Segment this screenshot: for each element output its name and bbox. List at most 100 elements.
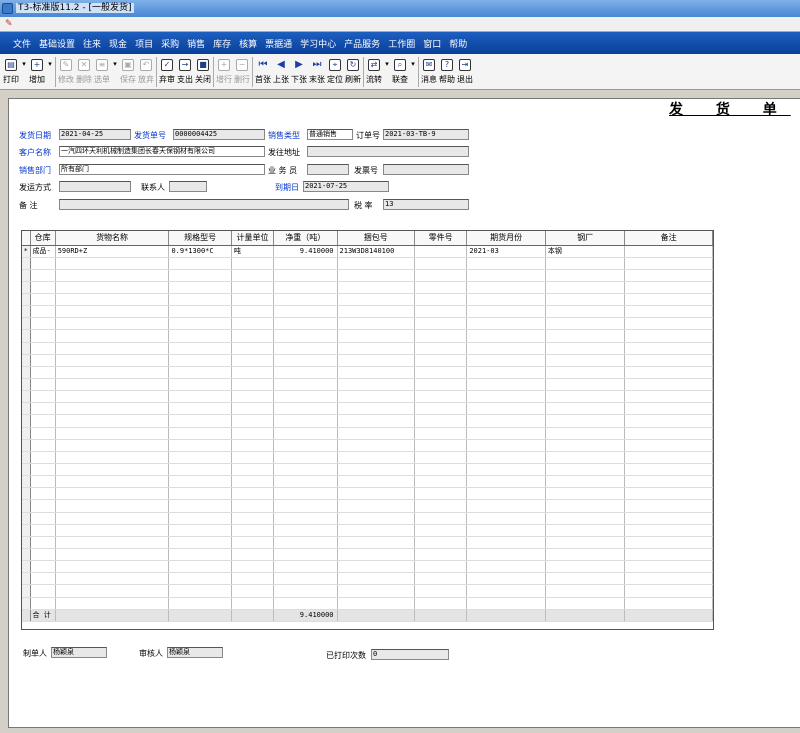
table-cell[interactable] — [168, 439, 232, 452]
table-cell[interactable] — [55, 257, 170, 270]
table-cell[interactable] — [30, 584, 56, 598]
table-cell[interactable] — [231, 524, 275, 537]
table-cell[interactable] — [55, 269, 170, 282]
table-cell[interactable] — [466, 427, 546, 440]
table-cell[interactable] — [466, 572, 546, 586]
table-cell[interactable] — [55, 317, 170, 331]
table-cell[interactable] — [337, 414, 416, 428]
table-cell[interactable] — [168, 584, 232, 598]
table-cell[interactable] — [337, 512, 416, 525]
table-cell[interactable] — [624, 548, 713, 562]
table-cell[interactable] — [30, 366, 56, 380]
table-cell[interactable] — [414, 463, 468, 477]
table-cell[interactable] — [545, 439, 626, 452]
table-cell[interactable] — [30, 269, 56, 282]
table-cell[interactable] — [337, 427, 416, 440]
table-row[interactable] — [22, 584, 713, 598]
table-cell[interactable] — [624, 269, 713, 282]
table-cell[interactable] — [231, 427, 275, 440]
customer-field[interactable]: 一汽四环天利机械制造集团长春天保钢材有限公司 — [59, 146, 265, 157]
table-cell[interactable] — [337, 499, 416, 513]
table-cell[interactable] — [414, 499, 468, 513]
table-cell[interactable] — [55, 402, 170, 416]
table-cell[interactable] — [545, 475, 626, 489]
table-cell[interactable] — [466, 402, 546, 416]
table-cell[interactable] — [273, 584, 338, 598]
table-cell[interactable] — [624, 281, 713, 295]
table-cell[interactable] — [30, 305, 56, 319]
goods-grid[interactable]: 仓库 货物名称 规格型号 计量单位 净重（吨） 捆包号 零件号 期货月份 钢厂 备注 * 成品- 59… — [21, 230, 714, 630]
table-cell[interactable] — [168, 317, 232, 331]
table-cell[interactable] — [30, 560, 56, 574]
table-cell[interactable] — [466, 512, 546, 525]
table-cell[interactable] — [466, 366, 546, 380]
table-cell[interactable] — [545, 342, 626, 355]
table-cell[interactable] — [231, 354, 275, 367]
table-cell[interactable] — [466, 487, 546, 501]
address-field[interactable] — [307, 146, 469, 157]
table-cell[interactable] — [168, 257, 232, 270]
table-cell[interactable] — [466, 378, 546, 392]
table-row[interactable] — [22, 572, 713, 586]
menu-item[interactable]: 采购 — [160, 37, 180, 50]
table-cell[interactable] — [337, 390, 416, 404]
table-row[interactable] — [22, 536, 713, 550]
table-row[interactable] — [22, 342, 713, 355]
table-cell[interactable]: 590RD+Z — [55, 245, 170, 258]
table-cell[interactable] — [273, 560, 338, 574]
table-cell[interactable] — [168, 342, 232, 355]
table-cell[interactable] — [30, 257, 56, 270]
table-cell[interactable] — [414, 269, 468, 282]
table-cell[interactable] — [231, 293, 275, 307]
table-cell[interactable] — [30, 475, 56, 489]
table-cell[interactable] — [545, 281, 626, 295]
table-cell[interactable] — [337, 317, 416, 331]
table-cell[interactable] — [55, 572, 170, 586]
column-header[interactable]: 零件号 — [414, 231, 468, 246]
table-cell[interactable] — [414, 293, 468, 307]
toolbar-button[interactable]: ■ 关闭 — [194, 57, 212, 89]
column-header[interactable]: 规格型号 — [168, 231, 232, 246]
table-cell[interactable] — [30, 427, 56, 440]
table-cell[interactable] — [30, 524, 56, 537]
table-row[interactable] — [22, 524, 713, 537]
table-cell[interactable] — [273, 329, 338, 343]
table-cell[interactable] — [545, 305, 626, 319]
table-cell[interactable] — [30, 342, 56, 355]
table-cell[interactable] — [55, 439, 170, 452]
table-cell[interactable] — [466, 536, 546, 550]
table-cell[interactable] — [55, 427, 170, 440]
table-cell[interactable] — [168, 548, 232, 562]
table-cell[interactable] — [168, 414, 232, 428]
table-cell[interactable] — [414, 427, 468, 440]
table-cell[interactable] — [273, 317, 338, 331]
table-cell[interactable] — [273, 475, 338, 489]
table-cell[interactable] — [55, 390, 170, 404]
table-cell[interactable] — [414, 342, 468, 355]
table-cell[interactable] — [231, 378, 275, 392]
table-cell[interactable] — [231, 597, 275, 610]
table-cell[interactable] — [273, 597, 338, 610]
table-row[interactable] — [22, 487, 713, 501]
menu-item[interactable]: 工作圈 — [387, 37, 416, 50]
dropdown-arrow-icon[interactable]: ▾ — [409, 57, 417, 89]
table-cell[interactable] — [168, 487, 232, 501]
table-cell[interactable] — [414, 584, 468, 598]
table-cell[interactable] — [273, 269, 338, 282]
dropdown-arrow-icon[interactable]: ▾ — [383, 57, 391, 89]
table-cell[interactable] — [337, 536, 416, 550]
table-cell[interactable] — [55, 499, 170, 513]
table-cell[interactable] — [337, 475, 416, 489]
table-cell[interactable] — [231, 281, 275, 295]
column-header[interactable]: 货物名称 — [55, 231, 170, 246]
table-cell[interactable] — [624, 584, 713, 598]
table-cell[interactable] — [30, 572, 56, 586]
table-cell[interactable] — [337, 548, 416, 562]
dropdown-arrow-icon[interactable]: ▾ — [111, 57, 119, 89]
table-cell[interactable] — [231, 366, 275, 380]
table-cell[interactable] — [231, 451, 275, 465]
table-cell[interactable] — [55, 487, 170, 501]
remark-field[interactable] — [59, 199, 349, 210]
table-cell[interactable] — [466, 560, 546, 574]
dropdown-arrow-icon[interactable]: ▾ — [20, 57, 28, 89]
